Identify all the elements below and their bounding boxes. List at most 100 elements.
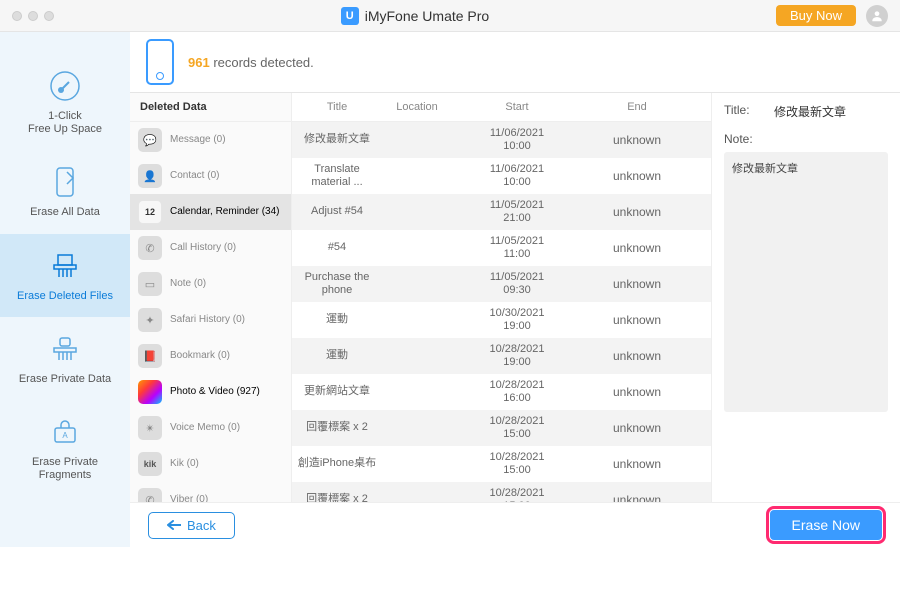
cell-start: 10/28/202115:00 — [452, 487, 582, 502]
col-title[interactable]: Title — [292, 101, 382, 113]
app-title: U iMyFone Umate Pro — [54, 7, 776, 25]
erase-now-button[interactable]: Erase Now — [770, 510, 882, 540]
col-location[interactable]: Location — [382, 101, 452, 113]
table-row[interactable]: Translate material ... 11/06/202110:00unk… — [292, 158, 711, 194]
table-row[interactable]: 創造iPhone桌布 10/28/202115:00unknown — [292, 446, 711, 482]
table-row[interactable]: 回覆標案 x 210/28/202115:00unknown — [292, 410, 711, 446]
sidebar-item-erase-fragments[interactable]: A Erase Private Fragments — [0, 400, 130, 496]
close-dot[interactable] — [12, 11, 22, 21]
cell-start: 11/06/202110:00 — [452, 127, 582, 153]
maximize-dot[interactable] — [44, 11, 54, 21]
cell-end: unknown — [582, 313, 692, 327]
detail-note-box: 修改最新文章 — [724, 152, 888, 412]
dt-safari[interactable]: ✦Safari History (0) — [130, 302, 291, 338]
table-row[interactable]: 運動 10/30/202119:00unknown — [292, 302, 711, 338]
window-controls — [0, 11, 54, 21]
dt-kik[interactable]: kikKik (0) — [130, 446, 291, 482]
safari-icon: ✦ — [138, 308, 162, 332]
cell-end: unknown — [582, 493, 692, 502]
sidebar-item-label: Erase Deleted Files — [17, 290, 113, 303]
calendar-icon — [138, 200, 162, 224]
sidebar-item-free-up-space[interactable]: 1-Click Free Up Space — [0, 54, 130, 150]
detail-panel: Title: 修改最新文章 Note: 修改最新文章 — [712, 93, 900, 502]
table-row[interactable]: Purchase the phone 11/05/202109:30unknown — [292, 266, 711, 302]
dt-callhistory[interactable]: ✆Call History (0) — [130, 230, 291, 266]
sidebar-item-label: Erase Private Fragments — [32, 456, 98, 482]
sidebar-item-erase-private[interactable]: Erase Private Data — [0, 317, 130, 400]
cell-start: 10/28/202115:00 — [452, 451, 582, 477]
cell-title: 回覆標案 x 2 — [292, 417, 382, 438]
cell-title: Translate material ... — [292, 159, 382, 193]
datatypes-header: Deleted Data — [130, 93, 291, 122]
dt-note[interactable]: ▭Note (0) — [130, 266, 291, 302]
sidebar-item-label: Erase Private Data — [19, 373, 111, 386]
dt-message[interactable]: 💬Message (0) — [130, 122, 291, 158]
cell-title: Purchase the phone — [292, 267, 382, 301]
cell-title: 創造iPhone桌布 — [292, 453, 382, 474]
cell-end: unknown — [582, 133, 692, 147]
phone-icon: ✆ — [138, 236, 162, 260]
cell-end: unknown — [582, 277, 692, 291]
table-row[interactable]: 修改最新文章 11/06/202110:00unknown — [292, 122, 711, 158]
table-row[interactable]: 回覆標案 x 210/28/202115:00unknown — [292, 482, 711, 502]
titlebar: U iMyFone Umate Pro Buy Now — [0, 0, 900, 32]
cell-end: unknown — [582, 169, 692, 183]
bottom-bar: Back Erase Now — [130, 502, 900, 547]
voicememo-icon: ✴ — [138, 416, 162, 440]
kik-icon: kik — [138, 452, 162, 476]
cell-start: 11/05/202109:30 — [452, 271, 582, 297]
table-row[interactable]: Adjust #5411/05/202121:00unknown — [292, 194, 711, 230]
main-content: 961 records detected. Deleted Data 💬Mess… — [130, 32, 900, 547]
table-row[interactable]: 運動 10/28/202119:00unknown — [292, 338, 711, 374]
cell-end: unknown — [582, 349, 692, 363]
cell-title: 運動 — [292, 345, 382, 366]
user-avatar-icon[interactable] — [866, 5, 888, 27]
dt-bookmark[interactable]: 📕Bookmark (0) — [130, 338, 291, 374]
records-bar: 961 records detected. — [130, 32, 900, 92]
app-fragments-icon: A — [47, 414, 83, 450]
table-header: Title Location Start End — [292, 93, 711, 122]
buy-now-button[interactable]: Buy Now — [776, 5, 856, 26]
table-body[interactable]: 修改最新文章11/06/202110:00unknownTranslate ma… — [292, 122, 711, 502]
table-row[interactable]: 更新網站文章10/28/202116:00unknown — [292, 374, 711, 410]
sidebar: 1-Click Free Up Space Erase All Data Era… — [0, 32, 130, 547]
app-name: iMyFone Umate Pro — [365, 8, 489, 24]
cell-start: 10/30/202119:00 — [452, 307, 582, 333]
cell-start: 11/05/202121:00 — [452, 199, 582, 225]
datatypes-panel: Deleted Data 💬Message (0) 👤Contact (0) C… — [130, 93, 292, 502]
detail-title-label: Title: — [724, 103, 764, 120]
note-icon: ▭ — [138, 272, 162, 296]
cell-start: 11/06/202110:00 — [452, 163, 582, 189]
dt-voicememo[interactable]: ✴Voice Memo (0) — [130, 410, 291, 446]
dt-contact[interactable]: 👤Contact (0) — [130, 158, 291, 194]
records-table: Title Location Start End 修改最新文章 11/06/202… — [292, 93, 712, 502]
shredder-lock-icon — [47, 331, 83, 367]
contact-icon: 👤 — [138, 164, 162, 188]
sidebar-item-erase-deleted[interactable]: Erase Deleted Files — [0, 234, 130, 317]
cell-end: unknown — [582, 421, 692, 435]
photos-icon — [138, 380, 162, 404]
cell-start: 11/05/202111:00 — [452, 235, 582, 261]
cell-start: 10/28/202119:00 — [452, 343, 582, 369]
viber-icon: ✆ — [138, 488, 162, 502]
cell-end: unknown — [582, 457, 692, 471]
back-arrow-icon — [167, 520, 181, 530]
back-button[interactable]: Back — [148, 512, 235, 539]
device-icon — [146, 39, 174, 85]
cell-title: Adjust #54 — [292, 201, 382, 222]
dt-calendar[interactable]: Calendar, Reminder (34) — [130, 194, 291, 230]
dt-viber[interactable]: ✆Viber (0) — [130, 482, 291, 502]
minimize-dot[interactable] — [28, 11, 38, 21]
dt-photo-video[interactable]: Photo & Video (927) — [130, 374, 291, 410]
cell-end: unknown — [582, 385, 692, 399]
sidebar-item-erase-all[interactable]: Erase All Data — [0, 150, 130, 233]
phone-erase-icon — [47, 164, 83, 200]
shredder-icon — [47, 248, 83, 284]
cell-title: 修改最新文章 — [292, 129, 382, 150]
col-start[interactable]: Start — [452, 101, 582, 113]
detail-title-value: 修改最新文章 — [774, 103, 846, 120]
col-end[interactable]: End — [582, 101, 692, 113]
records-count: 961 — [188, 55, 210, 70]
table-row[interactable]: #5411/05/202111:00unknown — [292, 230, 711, 266]
cell-title: 運動 — [292, 309, 382, 330]
